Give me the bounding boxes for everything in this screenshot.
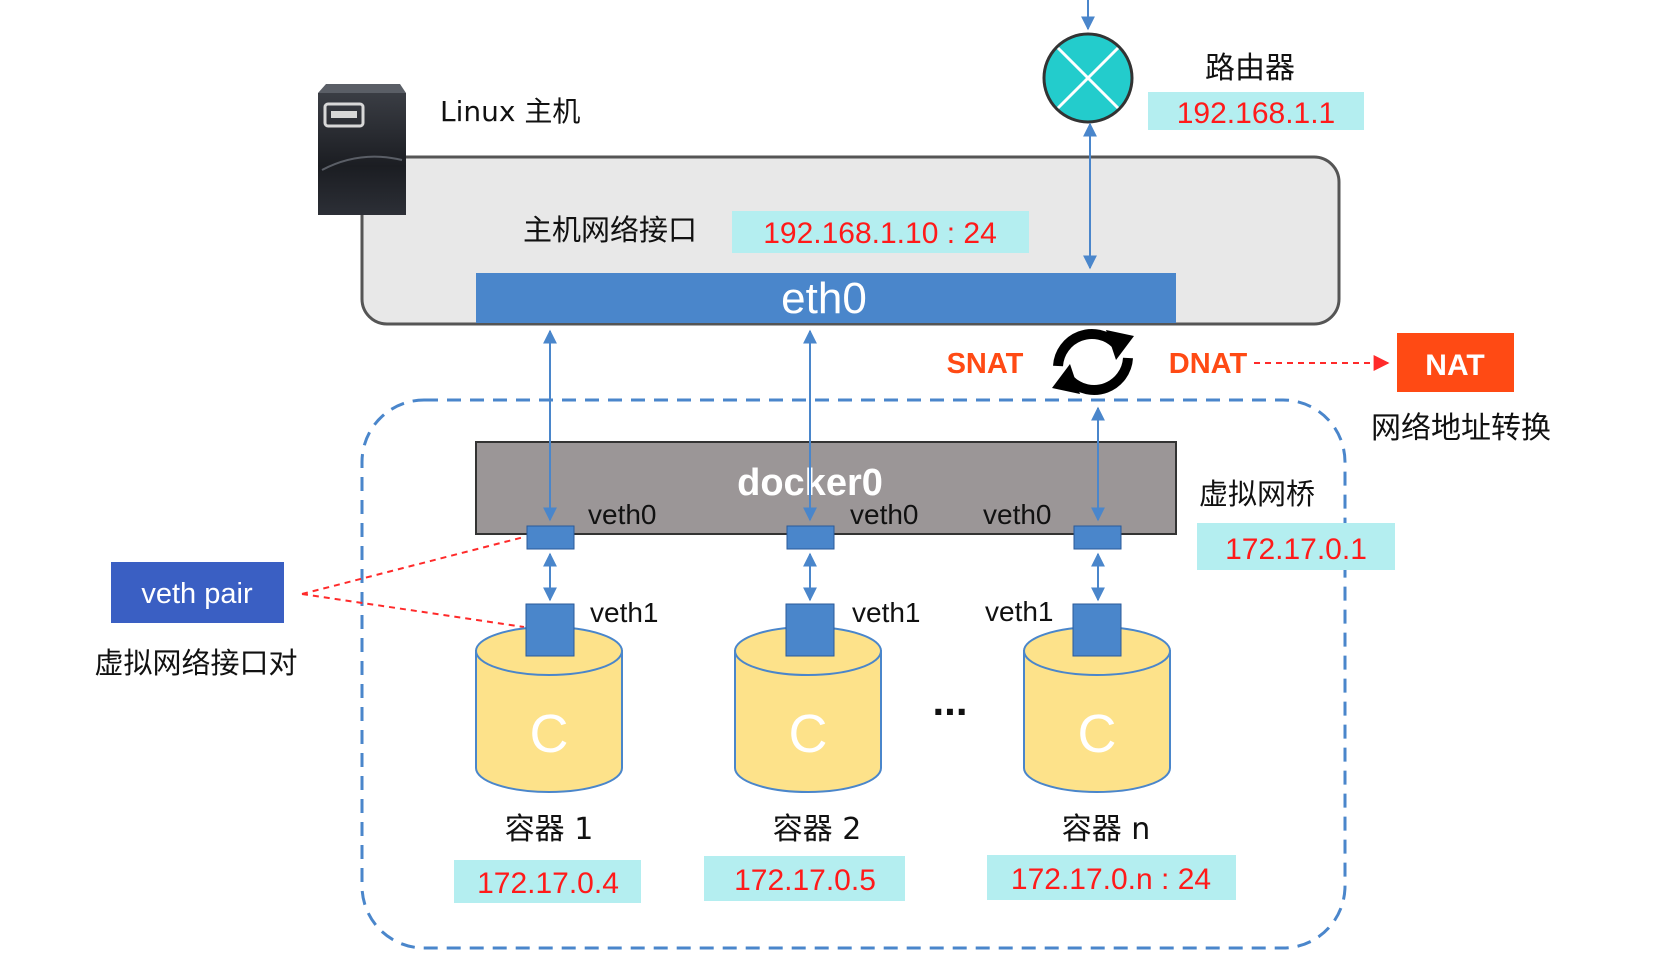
veth1-label-2: veth1 (852, 597, 921, 628)
host-iface-ip: 192.168.1.10 : 24 (763, 217, 997, 250)
diagram-canvas: Linux 主机 主机网络接口 192.168.1.10 : 24 eth0 路… (94, 0, 1551, 950)
veth1-port-2 (785, 603, 835, 657)
veth0-label-2: veth0 (850, 499, 919, 530)
nat-box-label: NAT (1425, 349, 1484, 382)
veth1-label-1: veth1 (590, 597, 659, 628)
router-label: 路由器 (1205, 51, 1295, 86)
veth0-label-1: veth0 (588, 499, 657, 530)
veth0-port-3 (1073, 525, 1122, 550)
container-2-name: 容器 2 (773, 812, 862, 847)
nat-caption: 网络地址转换 (1371, 411, 1551, 446)
container-n-name: 容器 n (1062, 812, 1151, 847)
router-icon (1042, 32, 1134, 124)
container-1-name: 容器 1 (505, 812, 594, 847)
more-containers-ellipsis: ... (932, 677, 967, 724)
server-icon (318, 84, 406, 215)
veth0-port-1 (526, 525, 575, 550)
veth1-label-3: veth1 (985, 596, 1054, 627)
container-2-ip: 172.17.0.5 (734, 864, 876, 897)
veth1-port-3 (1072, 603, 1122, 657)
veth-pair-leader-top (301, 536, 525, 595)
container-2-glyph: C (789, 704, 828, 764)
container-n-ip: 172.17.0.n : 24 (1011, 863, 1211, 896)
host-label: Linux 主机 (440, 95, 580, 128)
docker-network-diagram: Linux 主机 主机网络接口 192.168.1.10 : 24 eth0 路… (0, 0, 1672, 970)
dnat-label: DNAT (1169, 348, 1248, 380)
veth-pair-caption: 虚拟网络接口对 (94, 646, 297, 680)
container-1-ip: 172.17.0.4 (477, 867, 619, 900)
veth1-port-1 (525, 603, 575, 657)
veth0-label-3: veth0 (983, 499, 1052, 530)
container-1-glyph: C (530, 704, 569, 764)
router-ip: 192.168.1.1 (1177, 97, 1335, 130)
veth-pair-label: veth pair (141, 578, 253, 610)
snat-label: SNAT (947, 348, 1024, 380)
host-iface-label: 主机网络接口 (523, 213, 697, 247)
container-n-glyph: C (1078, 704, 1117, 764)
bridge-ip: 172.17.0.1 (1225, 533, 1367, 566)
bridge-label: 虚拟网桥 (1199, 477, 1315, 511)
veth0-port-2 (786, 525, 835, 550)
eth0-label: eth0 (781, 274, 867, 323)
veth-pair-leader-bottom (301, 593, 525, 628)
nat-cycle-icon (1052, 329, 1134, 395)
